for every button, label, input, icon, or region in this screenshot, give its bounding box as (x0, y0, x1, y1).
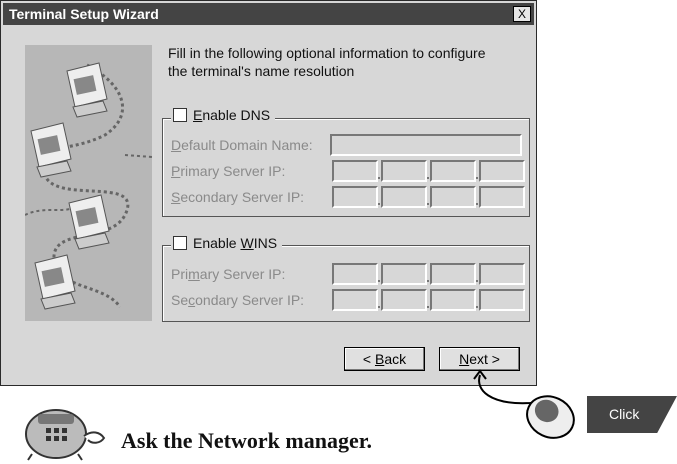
network-manager-note: Ask the Network manager. (121, 428, 372, 453)
dns-checkbox-box[interactable] (173, 108, 187, 122)
wins-primary-ip-label: Primary Server IP: (171, 266, 286, 282)
mouse-icon (473, 369, 575, 439)
enable-wins-checkbox[interactable]: Enable WINS (171, 234, 283, 252)
click-callout: Click (587, 396, 677, 433)
intro-line-1: Fill in the following optional informati… (168, 45, 486, 61)
dns-secondary-ip-field[interactable] (332, 186, 525, 208)
enable-wins-label: Enable WINS (193, 235, 278, 251)
back-button[interactable]: < Back (344, 347, 425, 371)
default-domain-label: Default Domain Name: (171, 137, 313, 153)
dns-secondary-ip-label: Secondary Server IP: (171, 189, 305, 205)
title-bar: Terminal Setup Wizard X (3, 3, 534, 25)
wins-primary-ip-field[interactable] (332, 263, 525, 285)
window-title: Terminal Setup Wizard (9, 6, 159, 22)
close-button[interactable]: X (513, 6, 531, 22)
enable-dns-label: Enable DNS (193, 107, 271, 123)
wins-secondary-ip-label: Secondary Server IP: (171, 292, 305, 308)
enable-dns-checkbox[interactable]: Enable DNS (171, 106, 276, 124)
phone-mascot-icon (25, 409, 106, 461)
default-domain-field[interactable] (330, 134, 522, 156)
intro-line-2: the terminal's name resolution (168, 63, 355, 79)
dns-primary-ip-label: Primary Server IP: (171, 163, 286, 179)
wins-checkbox-box[interactable] (173, 236, 187, 250)
wins-secondary-ip-field[interactable] (332, 289, 525, 311)
network-illustration (24, 45, 153, 321)
setup-wizard-dialog: Terminal Setup Wizard X Fill in the foll… (0, 0, 537, 386)
dns-primary-ip-field[interactable] (332, 160, 525, 182)
network-computer-icon (24, 62, 153, 310)
intro-text: Fill in the following optional informati… (168, 44, 528, 80)
